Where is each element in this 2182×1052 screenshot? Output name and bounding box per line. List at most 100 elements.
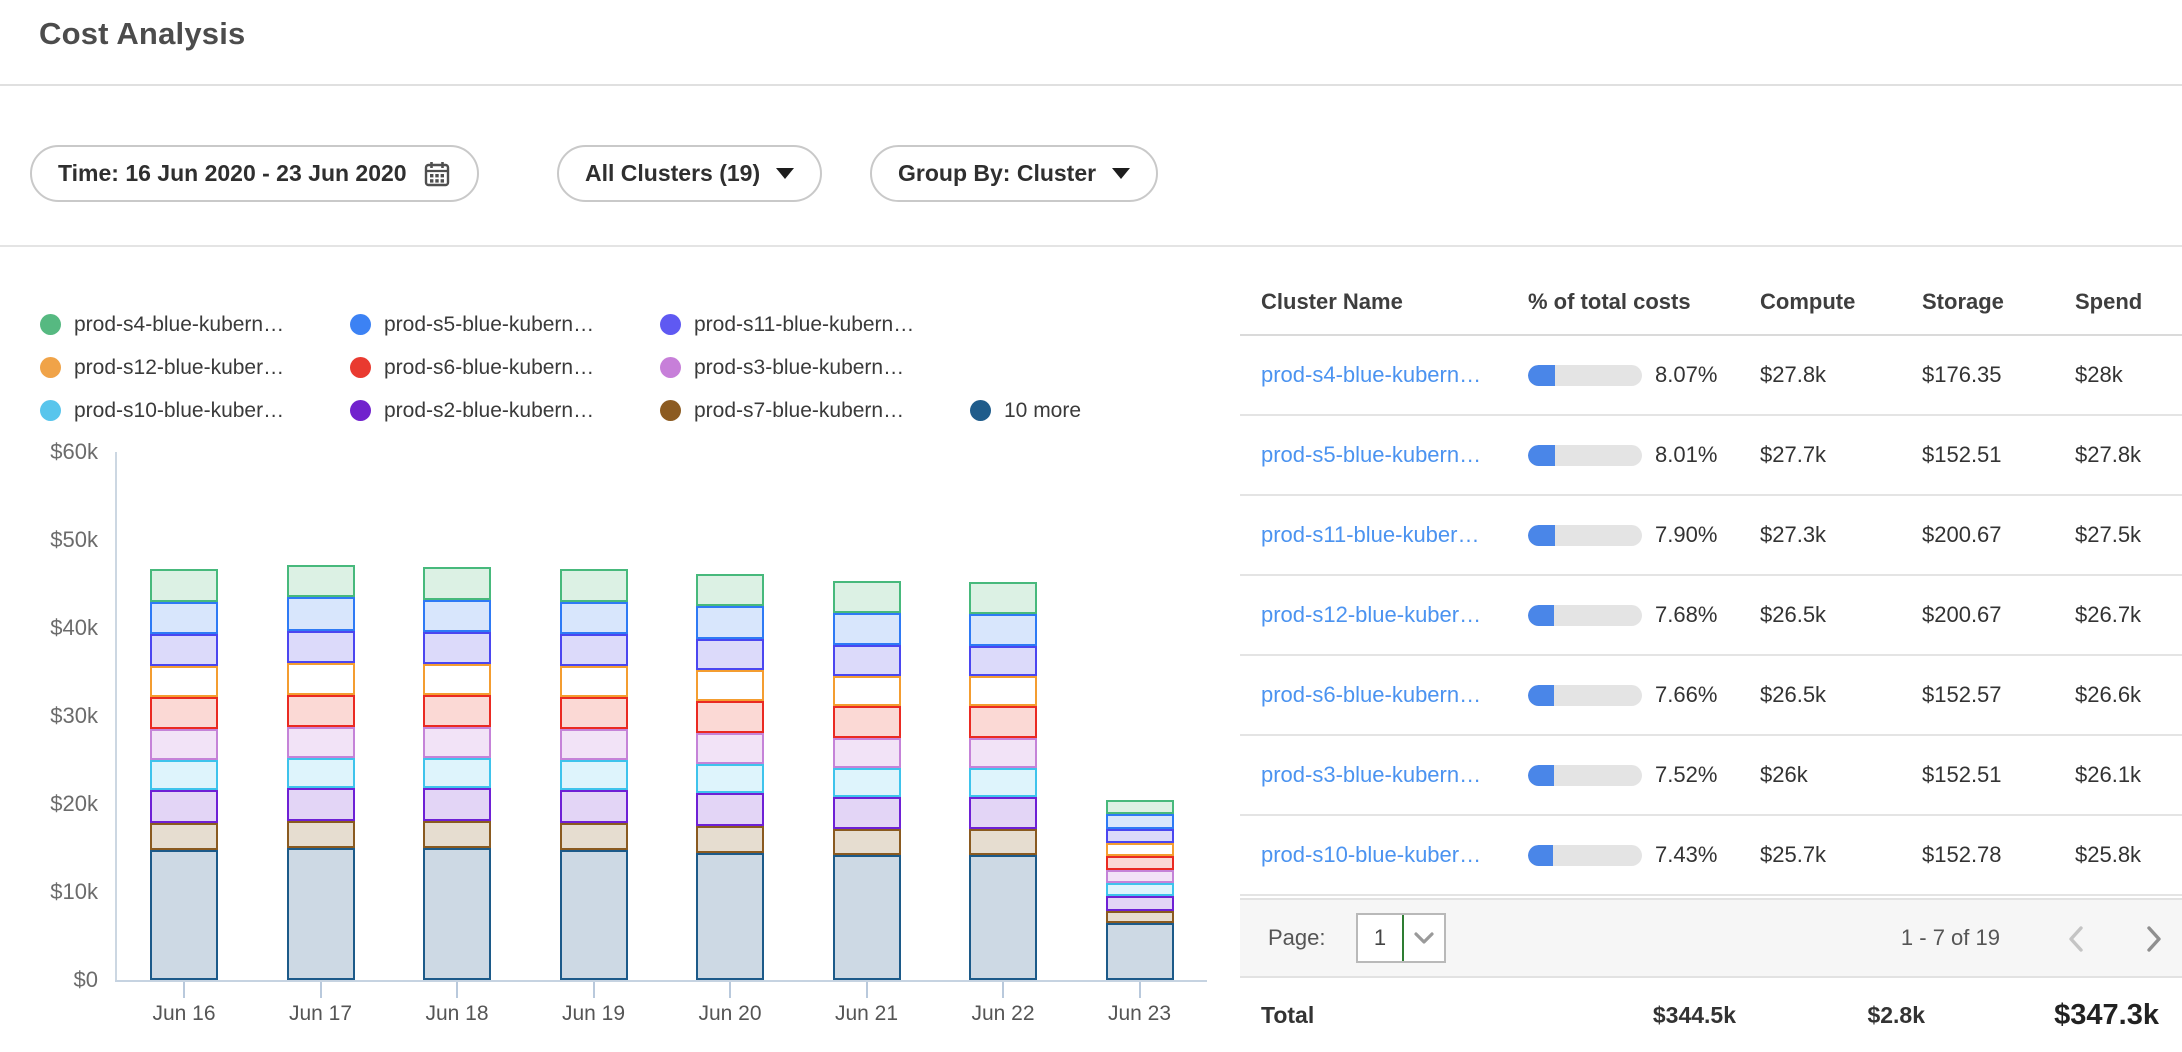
legend-item-label: 10 more: [1004, 399, 1081, 423]
table-row: prod-s11-blue-kuber…7.90%$27.3k$200.67$2…: [1240, 496, 2182, 576]
cluster-link[interactable]: prod-s4-blue-kubern…: [1261, 362, 1481, 387]
caret-down-icon: [776, 168, 794, 179]
group-by-dropdown[interactable]: Group By: Cluster: [870, 145, 1158, 202]
cell-cluster-name: prod-s6-blue-kubern…: [1240, 682, 1528, 708]
legend-item[interactable]: prod-s7-blue-kubern…: [660, 399, 970, 423]
cell-compute: $27.3k: [1760, 522, 1922, 548]
bar-jun-20[interactable]: [696, 574, 764, 980]
bar-segment: [560, 729, 628, 760]
bar-segment: [1106, 814, 1174, 829]
col-header-compute: Compute: [1760, 289, 1922, 315]
cell-storage: $152.57: [1922, 682, 2075, 708]
legend-item[interactable]: prod-s6-blue-kubern…: [350, 356, 660, 380]
cluster-link[interactable]: prod-s3-blue-kubern…: [1261, 762, 1481, 787]
page-select[interactable]: 1: [1356, 913, 1446, 963]
legend-item[interactable]: prod-s12-blue-kuber…: [40, 356, 350, 380]
table-row: prod-s5-blue-kubern…8.01%$27.7k$152.51$2…: [1240, 416, 2182, 496]
cluster-link[interactable]: prod-s5-blue-kubern…: [1261, 442, 1481, 467]
x-axis-tick-label: Jun 16: [124, 1002, 244, 1026]
chevron-left-icon[interactable]: [2062, 924, 2092, 954]
bar-segment: [969, 676, 1037, 706]
bar-segment: [423, 567, 491, 600]
bar-segment: [150, 634, 218, 666]
bar-segment: [833, 855, 901, 980]
table-body: prod-s4-blue-kubern…8.07%$27.8k$176.35$2…: [1240, 336, 2182, 896]
legend-item-label: prod-s6-blue-kubern…: [384, 356, 594, 380]
legend-item[interactable]: prod-s11-blue-kubern…: [660, 313, 970, 337]
cell-storage: $152.78: [1922, 842, 2075, 868]
cell-compute: $26.5k: [1760, 602, 1922, 628]
x-axis-tick: [183, 982, 185, 998]
legend-item-label: prod-s2-blue-kubern…: [384, 399, 594, 423]
chevron-right-icon[interactable]: [2138, 924, 2168, 954]
legend-item[interactable]: prod-s2-blue-kubern…: [350, 399, 660, 423]
bar-segment: [833, 738, 901, 768]
cell-cluster-name: prod-s12-blue-kuber…: [1240, 602, 1528, 628]
bar-jun-22[interactable]: [969, 582, 1037, 980]
legend-item[interactable]: prod-s4-blue-kubern…: [40, 313, 350, 337]
legend-item[interactable]: prod-s5-blue-kubern…: [350, 313, 660, 337]
bar-jun-18[interactable]: [423, 567, 491, 980]
legend-item-label: prod-s4-blue-kubern…: [74, 313, 284, 337]
header-divider: [0, 84, 2182, 86]
bar-segment: [696, 764, 764, 794]
cell-pct-of-total: 7.43%: [1528, 842, 1760, 868]
x-axis-line: [115, 980, 1207, 982]
cluster-link[interactable]: prod-s11-blue-kuber…: [1261, 522, 1479, 547]
bar-jun-23[interactable]: [1106, 800, 1174, 980]
total-spend: $347.3k: [2054, 978, 2159, 1052]
bar-jun-21[interactable]: [833, 581, 901, 980]
cell-compute: $25.7k: [1760, 842, 1922, 868]
bar-segment: [287, 663, 355, 695]
bar-segment: [969, 706, 1037, 738]
bar-segment: [1106, 800, 1174, 814]
pct-progress-bar: [1528, 845, 1642, 866]
pct-progress-fill: [1528, 685, 1554, 706]
x-axis-tick-label: Jun 20: [670, 1002, 790, 1026]
cell-pct-of-total: 7.90%: [1528, 522, 1760, 548]
bar-segment: [287, 565, 355, 598]
clusters-filter-dropdown[interactable]: All Clusters (19): [557, 145, 822, 202]
legend-item[interactable]: prod-s3-blue-kubern…: [660, 356, 970, 380]
cluster-link[interactable]: prod-s10-blue-kuber…: [1261, 842, 1481, 867]
pct-progress-fill: [1528, 605, 1554, 626]
cell-pct-of-total: 8.01%: [1528, 442, 1760, 468]
table-row: prod-s12-blue-kuber…7.68%$26.5k$200.67$2…: [1240, 576, 2182, 656]
pct-progress-bar: [1528, 765, 1642, 786]
legend-item[interactable]: prod-s10-blue-kuber…: [40, 399, 350, 423]
bar-segment: [833, 797, 901, 829]
bar-jun-19[interactable]: [560, 569, 628, 980]
bar-segment: [969, 614, 1037, 646]
time-range-filter[interactable]: Time: 16 Jun 2020 - 23 Jun 2020: [30, 145, 479, 202]
bar-segment: [423, 788, 491, 821]
y-axis-tick-label: $40k: [0, 615, 98, 641]
legend-dot-icon: [40, 357, 61, 378]
x-axis-tick: [1002, 982, 1004, 998]
table-header: Cluster Name % of total costs Compute St…: [1240, 270, 2182, 336]
time-range-label: Time: 16 Jun 2020 - 23 Jun 2020: [58, 160, 407, 187]
cell-compute: $26k: [1760, 762, 1922, 788]
bar-jun-17[interactable]: [287, 565, 355, 980]
table-row: prod-s10-blue-kuber…7.43%$25.7k$152.78$2…: [1240, 816, 2182, 896]
legend-item[interactable]: 10 more: [970, 399, 1280, 423]
legend-item-label: prod-s7-blue-kubern…: [694, 399, 904, 423]
pct-value: 7.66%: [1655, 682, 1717, 708]
y-axis-tick-label: $10k: [0, 879, 98, 905]
bar-segment: [423, 632, 491, 664]
table-row: prod-s4-blue-kubern…8.07%$27.8k$176.35$2…: [1240, 336, 2182, 416]
bar-segment: [1106, 883, 1174, 896]
legend-item-label: prod-s5-blue-kubern…: [384, 313, 594, 337]
bar-jun-16[interactable]: [150, 569, 218, 980]
bar-segment: [969, 829, 1037, 855]
cluster-link[interactable]: prod-s6-blue-kubern…: [1261, 682, 1481, 707]
cell-pct-of-total: 7.66%: [1528, 682, 1760, 708]
bar-segment: [833, 645, 901, 676]
calendar-icon: [423, 160, 451, 188]
cell-spend: $26.6k: [2075, 682, 2182, 708]
x-axis-tick-label: Jun 21: [807, 1002, 927, 1026]
bar-segment: [833, 581, 901, 613]
pct-progress-fill: [1528, 765, 1554, 786]
bar-segment: [150, 666, 218, 697]
bar-segment: [696, 826, 764, 853]
cluster-link[interactable]: prod-s12-blue-kuber…: [1261, 602, 1481, 627]
